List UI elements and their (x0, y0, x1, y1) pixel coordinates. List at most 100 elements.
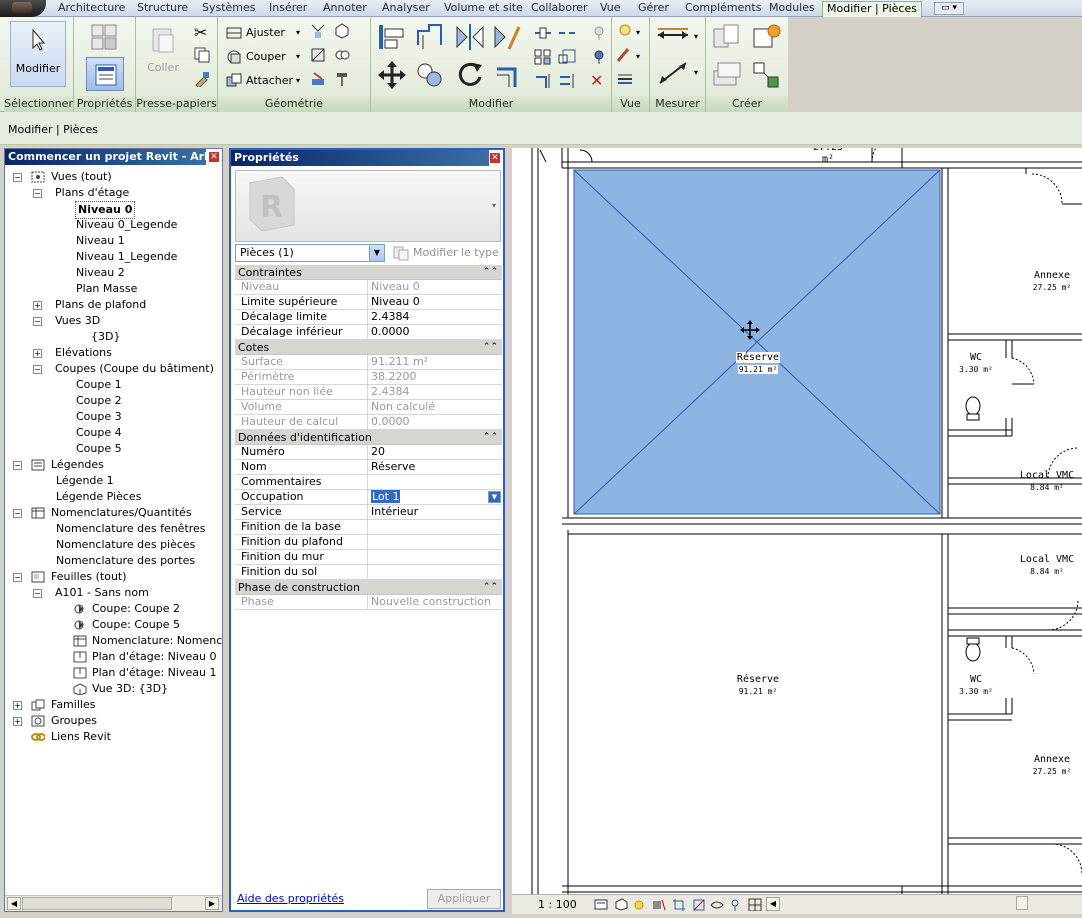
collapse-chevron-icon[interactable]: ⌃⌃ (483, 265, 498, 280)
room-tag-local-vmc-2[interactable]: Local VMC 8.84 m² (992, 554, 1082, 578)
chevron-down-icon[interactable]: ▼ (369, 245, 384, 261)
tab-complements[interactable]: Compléments (681, 1, 765, 17)
tab-modules[interactable]: Modules (765, 1, 819, 17)
collapse-icon[interactable]: − (33, 365, 42, 374)
tab-systemes[interactable]: Systèmes (198, 1, 260, 17)
create-assembly-icon[interactable] (712, 61, 742, 89)
tab-annoter[interactable]: Annoter (319, 1, 371, 17)
paste-button[interactable]: Coller (140, 21, 186, 87)
tree-familles[interactable]: + Familles (11, 697, 211, 713)
expand-icon[interactable]: + (33, 301, 42, 310)
tree-niveau-0-legende[interactable]: Niveau 0_Legende (11, 217, 211, 233)
tree-legende-pieces[interactable]: Légende Pièces (11, 489, 211, 505)
prop-value[interactable]: 2.4384 (369, 310, 502, 325)
create-parts-icon[interactable] (752, 61, 782, 89)
join-geometry-dropdown-icon[interactable]: ▾ (296, 71, 300, 91)
tree-groupes[interactable]: + Groupes (11, 713, 211, 729)
shadows-icon[interactable] (652, 898, 666, 911)
occupation-combo[interactable]: Lot 1 ▼ (369, 490, 502, 505)
tree-legendes[interactable]: − Légendes (11, 457, 211, 473)
prop-value[interactable]: Niveau 0 (369, 295, 502, 310)
group-contraintes[interactable]: Contraintes ⌃⌃ (235, 265, 502, 280)
visual-style-icon[interactable] (614, 898, 628, 911)
group-phase-construction[interactable]: Phase de construction ⌃⌃ (235, 580, 502, 595)
collapse-icon[interactable]: − (13, 573, 22, 582)
prop-value[interactable] (369, 520, 502, 535)
room-tag-wc[interactable]: WC 3.30 m² (946, 352, 1006, 376)
type-preview[interactable]: R ▾ (235, 170, 501, 242)
tree-coupes[interactable]: − Coupes (Coupe du bâtiment) (11, 361, 214, 377)
move-icon[interactable] (377, 61, 407, 89)
type-preview-dropdown-icon[interactable]: ▾ (492, 201, 496, 210)
prop-row[interactable]: Finition de la base (235, 520, 502, 535)
scale-icon[interactable] (558, 49, 576, 65)
scroll-left-icon[interactable]: ◀ (766, 897, 780, 911)
copy-element-icon[interactable] (415, 61, 445, 89)
paint-cut-icon[interactable] (310, 47, 326, 63)
tree-coupe-2[interactable]: Coupe 2 (11, 393, 211, 409)
tree-niveau-0[interactable]: Niveau 0 (11, 201, 211, 219)
scroll-thumb[interactable] (22, 897, 172, 910)
tree-sheet-vue-3d[interactable]: Vue 3D: {3D} (11, 681, 223, 697)
scroll-left-icon[interactable]: ◀ (7, 897, 21, 910)
type-properties-icon[interactable] (90, 23, 118, 51)
create-group-icon[interactable] (752, 23, 782, 51)
cut-geometry-button[interactable]: Couper ▾ (224, 47, 306, 67)
tab-volume-et-site[interactable]: Volume et site (440, 1, 527, 17)
temporary-hide-icon[interactable] (710, 898, 724, 911)
aligned-dimension-icon[interactable]: ▾ (656, 59, 702, 87)
tree-liens-revit[interactable]: Liens Revit (11, 729, 211, 745)
sun-path-icon[interactable] (632, 898, 646, 911)
crop-region-visibility-icon[interactable] (692, 898, 706, 911)
browser-horizontal-scrollbar[interactable]: ◀ ▶ (5, 895, 222, 911)
wall-joins-icon[interactable] (310, 23, 326, 39)
tree-coupe-1[interactable]: Coupe 1 (11, 377, 211, 393)
trim-extend-multiple-icon[interactable] (558, 73, 576, 89)
collapse-chevron-icon[interactable]: ⌃⌃ (483, 430, 498, 445)
split-face-icon[interactable] (334, 23, 350, 39)
canvas-scroll-thumb[interactable] (1016, 896, 1028, 910)
room-tag-annexe-2[interactable]: Annexe 27.25 m² (1012, 754, 1082, 778)
tree-sheet-coupe-2[interactable]: Coupe: Coupe 2 (11, 601, 223, 617)
expand-icon[interactable]: + (13, 717, 22, 726)
measure-between-references-icon[interactable]: ▾ (656, 25, 702, 45)
tree-feuilles[interactable]: − Feuilles (tout) (11, 569, 211, 585)
tree-elevations[interactable]: + Elévations (11, 345, 211, 361)
tab-analyser[interactable]: Analyser (378, 1, 434, 17)
tab-architecture[interactable]: Architecture (54, 1, 129, 17)
room-tag-wc-2[interactable]: WC 3.30 m² (946, 674, 1006, 698)
join-geometry-button[interactable]: Attacher ▾ (224, 71, 306, 91)
collapse-icon[interactable]: − (13, 461, 22, 470)
offset-icon[interactable] (415, 23, 445, 51)
prop-row[interactable]: Finition du sol (235, 565, 502, 580)
properties-help-link[interactable]: Aide des propriétés (237, 892, 344, 905)
tree-vues-tout[interactable]: − Vues (tout) (11, 169, 211, 185)
tree-plans-plafond[interactable]: + Plans de plafond (11, 297, 211, 313)
pin-icon[interactable] (590, 49, 608, 65)
tree-plans-etage[interactable]: − Plans d'étage (11, 185, 211, 201)
collapse-icon[interactable]: − (13, 509, 22, 518)
trim-dropdown-icon[interactable]: ▾ (296, 23, 300, 43)
tree-vues-3d[interactable]: − Vues 3D (11, 313, 211, 329)
hide-in-view-icon[interactable]: ▾ (616, 23, 646, 39)
paint-icon[interactable] (310, 71, 326, 87)
room-tag-annexe[interactable]: Annexe 27.25 m² (1012, 270, 1082, 294)
collapse-icon[interactable]: − (33, 589, 42, 598)
prop-value[interactable] (369, 565, 502, 580)
rotate-icon[interactable] (455, 61, 485, 89)
expand-icon[interactable]: + (33, 349, 42, 358)
collapse-icon[interactable]: − (33, 189, 42, 198)
tree-coupe-3[interactable]: Coupe 3 (11, 409, 211, 425)
tree-coupe-5[interactable]: Coupe 5 (11, 441, 211, 457)
tree-sheet-nomenclature[interactable]: Nomenclature: Nomenclat (11, 633, 223, 649)
prop-value[interactable]: Réserve (369, 460, 502, 475)
mirror-pick-axis-icon[interactable] (455, 23, 485, 51)
expand-icon[interactable]: + (13, 701, 22, 710)
split-element-icon[interactable] (534, 25, 552, 41)
prop-value[interactable]: Intérieur (369, 505, 502, 520)
trim-extend-single-icon[interactable] (534, 73, 552, 89)
tree-a101[interactable]: − A101 - Sans nom (11, 585, 211, 601)
tree-nomenclature-fenetres[interactable]: Nomenclature des fenêtres (11, 521, 211, 537)
unpin-icon[interactable] (590, 25, 608, 41)
crop-view-icon[interactable] (672, 898, 686, 911)
